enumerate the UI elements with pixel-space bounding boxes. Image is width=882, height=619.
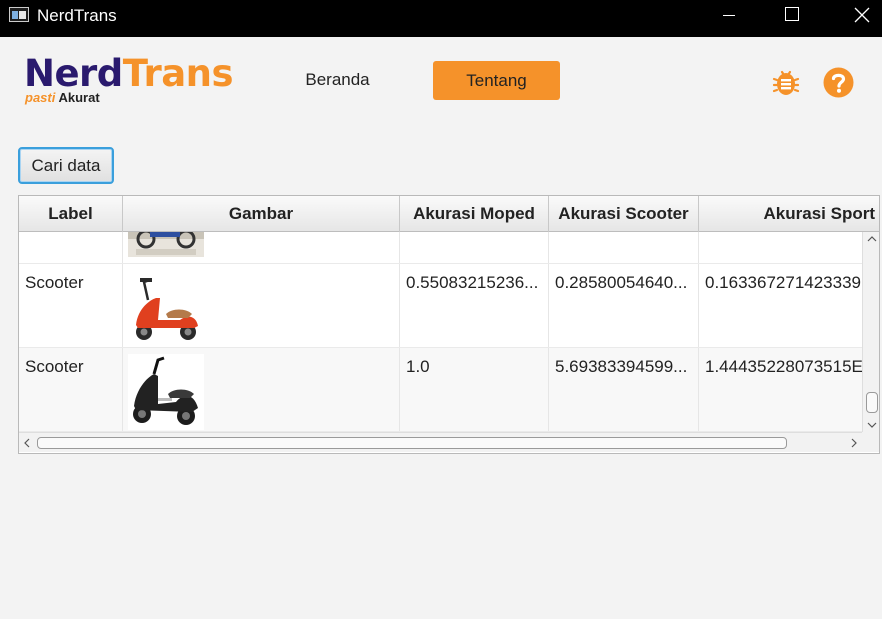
cell-gambar — [123, 264, 400, 347]
bug-icon[interactable] — [771, 67, 801, 97]
cell-akurasi-sport — [699, 232, 862, 263]
logo-tagline: pasti Akurat — [25, 90, 100, 105]
tagline-akurat: Akurat — [58, 90, 100, 105]
close-button[interactable] — [822, 0, 882, 32]
scroll-up-icon[interactable] — [867, 234, 877, 244]
scroll-right-icon[interactable] — [849, 438, 859, 448]
minimize-button[interactable] — [698, 0, 760, 32]
nav-tentang[interactable]: Tentang — [433, 61, 560, 100]
close-icon — [854, 7, 870, 23]
app-icon — [9, 7, 29, 22]
window-titlebar: NerdTrans — [0, 0, 882, 37]
column-header-label[interactable]: Label — [19, 196, 123, 232]
cell-akurasi-scooter: 0.28580054640... — [549, 264, 699, 347]
column-header-gambar[interactable]: Gambar — [123, 196, 400, 232]
app-logo: NerdTrans pasti Akurat — [24, 52, 254, 108]
table-body: Scooter 0.55083215236... 0.28580054640..… — [19, 232, 862, 432]
help-icon[interactable] — [823, 67, 854, 98]
column-header-akurasi-scooter[interactable]: Akurasi Scooter — [549, 196, 699, 232]
horizontal-scrollbar[interactable] — [19, 432, 862, 452]
table-row[interactable]: Scooter 1.0 5.69383394599... 1.444352280… — [19, 348, 862, 432]
vertical-scroll-thumb[interactable] — [866, 392, 878, 413]
scrollbar-corner — [862, 432, 879, 452]
vertical-scrollbar[interactable] — [862, 232, 879, 432]
cell-akurasi-scooter — [549, 232, 699, 263]
window-title: NerdTrans — [37, 6, 117, 25]
logo-text-nerd: Nerd — [24, 52, 123, 95]
scroll-left-icon[interactable] — [22, 438, 32, 448]
search-data-button[interactable]: Cari data — [18, 147, 114, 184]
table-header: Label Gambar Akurasi Moped Akurasi Scoot… — [19, 196, 879, 232]
cell-akurasi-moped — [400, 232, 549, 263]
results-table[interactable]: Label Gambar Akurasi Moped Akurasi Scoot… — [18, 195, 880, 454]
nav-beranda[interactable]: Beranda — [290, 61, 385, 99]
cell-gambar — [123, 232, 400, 263]
maximize-button[interactable] — [760, 0, 822, 32]
logo-text-trans: Trans — [122, 52, 234, 95]
cell-akurasi-moped: 0.55083215236... — [400, 264, 549, 347]
horizontal-scroll-thumb[interactable] — [37, 437, 787, 449]
cell-label: Scooter — [19, 264, 123, 347]
tagline-pasti: pasti — [25, 90, 56, 105]
motorcycle-thumbnail — [128, 232, 204, 257]
cell-akurasi-sport: 0.163367271423339 — [705, 273, 861, 292]
black-scooter-thumbnail — [128, 354, 204, 430]
cell-label — [19, 232, 123, 263]
cell-akurasi-sport: 1.44435228073515E — [705, 357, 862, 376]
cell-label: Scooter — [19, 348, 123, 431]
table-row[interactable]: Scooter 0.55083215236... 0.28580054640..… — [19, 264, 862, 348]
cell-gambar — [123, 348, 400, 431]
column-header-akurasi-sport[interactable]: Akurasi Sport — [699, 196, 879, 232]
scroll-down-icon[interactable] — [867, 420, 877, 430]
cell-akurasi-moped: 1.0 — [400, 348, 549, 431]
table-row[interactable] — [19, 232, 862, 264]
column-header-akurasi-moped[interactable]: Akurasi Moped — [400, 196, 549, 232]
red-scooter-thumbnail — [128, 270, 204, 346]
cell-akurasi-scooter: 5.69383394599... — [549, 348, 699, 431]
